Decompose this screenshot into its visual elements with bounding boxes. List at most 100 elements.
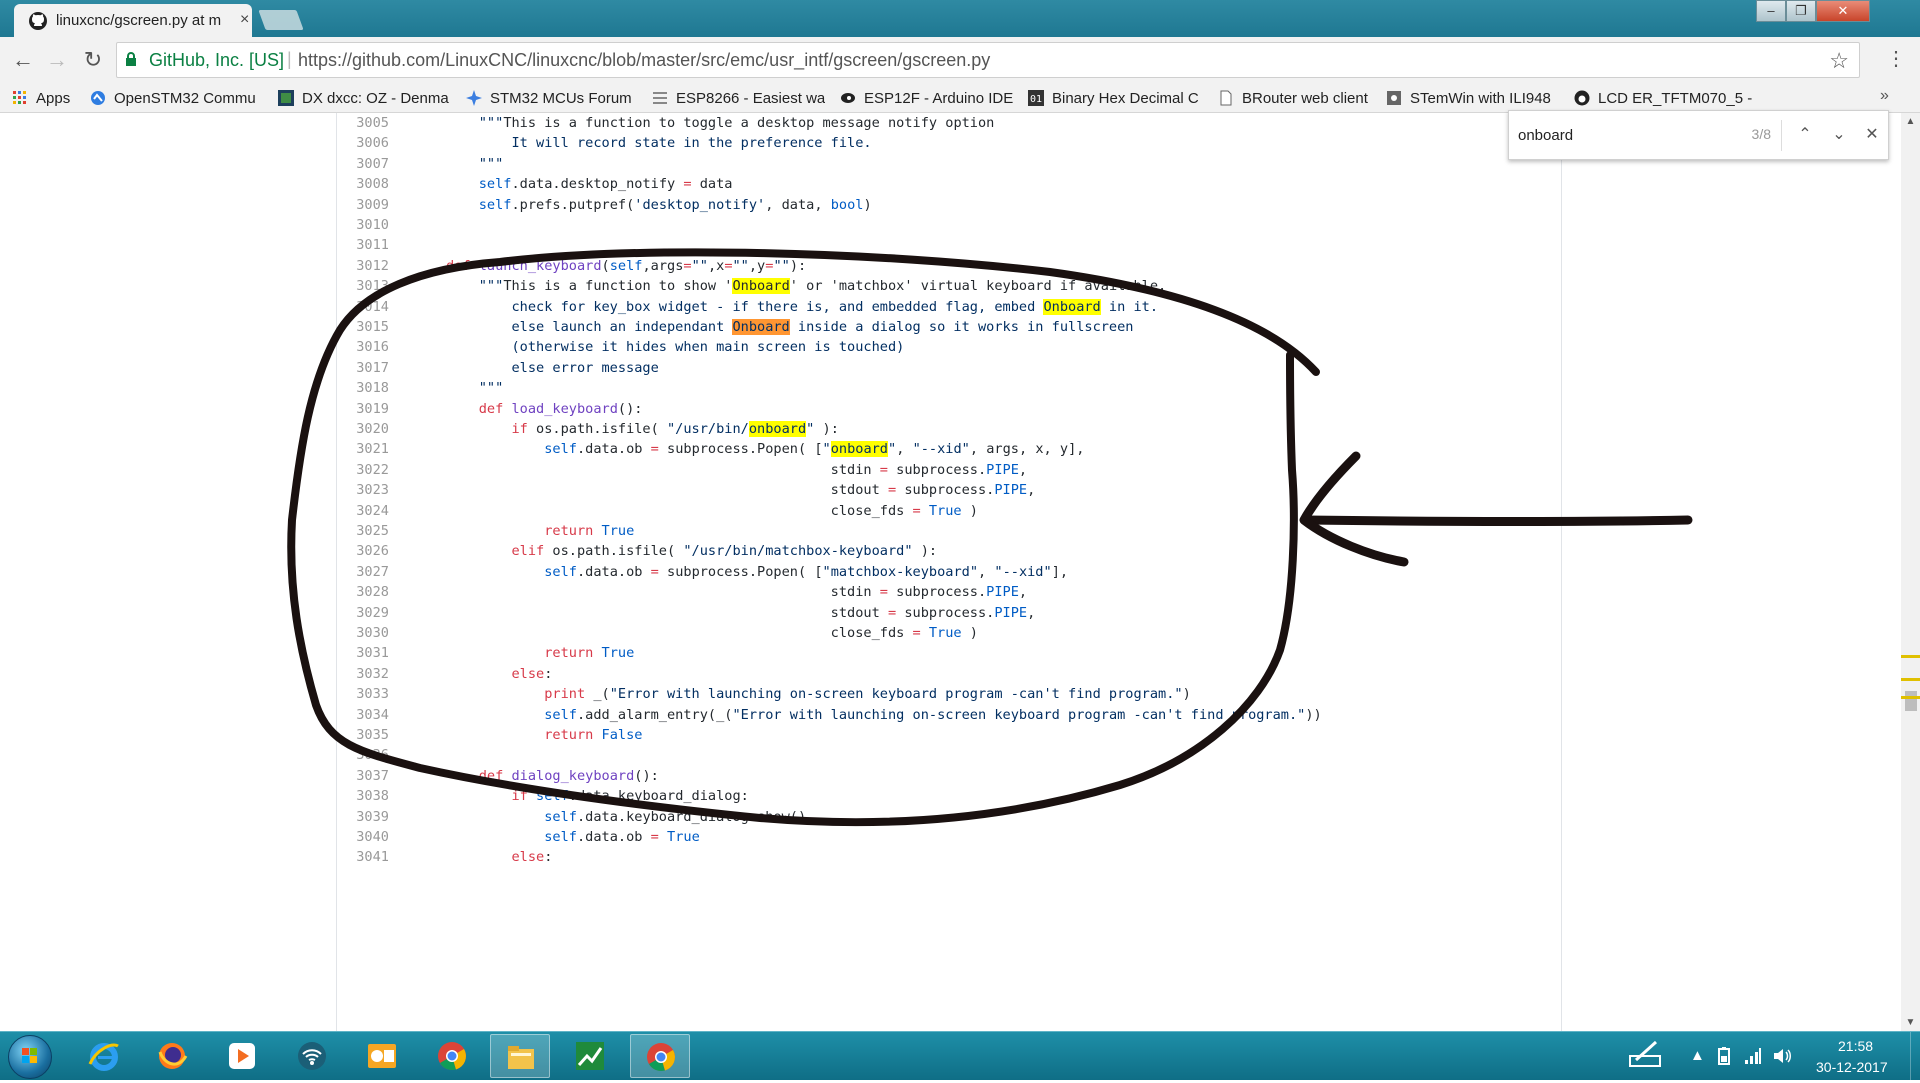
signal-strength-icon[interactable] <box>1744 1047 1762 1069</box>
taskbar-app-9[interactable] <box>630 1034 690 1078</box>
taskbar-app-6[interactable] <box>422 1034 482 1078</box>
taskbar-app-1[interactable] <box>74 1034 134 1078</box>
st-star-icon <box>466 90 482 106</box>
bookmark-label: Binary Hex Decimal C <box>1052 89 1199 107</box>
apps-grid-icon <box>12 90 28 106</box>
gear-page-icon <box>1386 90 1402 106</box>
find-close-icon[interactable]: ✕ <box>1859 122 1885 148</box>
bookmark-10[interactable]: LCD ER_TFTM070_5 - <box>1574 83 1774 113</box>
title-bar: linuxcnc/gscreen.py at m × – ❐ ✕ <box>0 0 1920 37</box>
address-bar[interactable]: GitHub, Inc. [US] | https://github.com/L… <box>116 42 1860 78</box>
browser-toolbar: ← → ↻ GitHub, Inc. [US] | https://github… <box>0 37 1920 83</box>
back-arrow-icon[interactable]: ← <box>10 47 36 73</box>
bookmark-6[interactable]: ESP12F - Arduino IDE <box>840 83 1016 113</box>
bookmark-4[interactable]: STM32 MCUs Forum <box>466 83 642 113</box>
bookmark-5[interactable]: ESP8266 - Easiest wa <box>652 83 828 113</box>
find-match-count: 3/8 <box>1751 126 1771 142</box>
page-icon <box>1218 90 1234 106</box>
scroll-down-arrow-icon[interactable]: ▼ <box>1901 1014 1920 1031</box>
bookmark-label: ESP8266 - Easiest wa <box>676 89 826 107</box>
dx-icon <box>278 90 294 106</box>
bookmark-8[interactable]: BRouter web client <box>1218 83 1378 113</box>
openstm32-icon <box>90 90 106 106</box>
find-input[interactable] <box>1518 123 1718 147</box>
taskbar-app-2[interactable] <box>142 1034 202 1078</box>
bookmark-label: LCD ER_TFTM070_5 - <box>1598 89 1753 107</box>
bookmarks-bar: Apps OpenSTM32 Commu DX dxcc: OZ - Denma ST… <box>0 83 1920 113</box>
tab-close-icon[interactable]: × <box>240 11 249 29</box>
chrome-menu-icon[interactable]: ⋮ <box>1886 46 1906 71</box>
scroll-up-arrow-icon[interactable]: ▲ <box>1901 113 1920 130</box>
new-tab-button[interactable] <box>258 10 304 30</box>
taskbar-app-5[interactable] <box>352 1034 412 1078</box>
bookmark-3[interactable]: DX dxcc: OZ - Denma <box>278 83 456 113</box>
bookmark-star-icon[interactable]: ☆ <box>1829 48 1849 74</box>
github-icon <box>29 12 47 30</box>
find-bar: 3/8 ⌃ ⌄ ✕ <box>1508 110 1889 160</box>
bookmark-label: BRouter web client <box>1242 89 1368 107</box>
page-content: 3005 """This is a function to toggle a d… <box>0 113 1920 1031</box>
browser-tab-active[interactable]: linuxcnc/gscreen.py at m × <box>14 4 252 37</box>
page-scrollbar[interactable]: ▲ ▼ <box>1901 113 1920 1031</box>
taskbar-app-8[interactable] <box>560 1034 620 1078</box>
media-player-icon <box>226 1040 258 1072</box>
address-separator: | <box>287 49 292 69</box>
bookmark-label: Apps <box>36 89 71 107</box>
file-explorer-icon <box>505 1041 537 1073</box>
chrome-icon <box>436 1040 468 1072</box>
find-next-icon[interactable]: ⌄ <box>1826 122 1852 148</box>
taskbar-app-7[interactable] <box>490 1034 550 1078</box>
ev-certificate-label[interactable]: GitHub, Inc. [US] <box>149 50 284 71</box>
volume-speaker-icon[interactable] <box>1772 1047 1792 1069</box>
internet-explorer-icon <box>88 1040 120 1072</box>
taskbar-app-4[interactable] <box>282 1034 342 1078</box>
bookmarks-overflow-icon[interactable]: » <box>1880 87 1889 105</box>
windows-logo-icon <box>22 1048 37 1063</box>
match-marker <box>1901 678 1920 681</box>
eye-icon <box>840 90 856 106</box>
outlook-icon <box>366 1040 398 1072</box>
wifi-manager-icon <box>296 1040 328 1072</box>
reload-icon[interactable]: ↻ <box>80 47 106 73</box>
bookmark-7[interactable]: 01 Binary Hex Decimal C <box>1028 83 1208 113</box>
line-number[interactable]: 3041 <box>337 845 389 870</box>
match-marker <box>1901 655 1920 658</box>
start-button[interactable] <box>8 1035 52 1079</box>
find-divider <box>1781 120 1782 151</box>
tab-title: linuxcnc/gscreen.py at m <box>56 12 222 29</box>
svg-text:01: 01 <box>1030 94 1042 105</box>
tray-expand-arrow-icon[interactable]: ▲ <box>1690 1047 1705 1064</box>
bookmark-label: STemWin with ILI948 <box>1410 89 1551 107</box>
action-center-pen-icon[interactable] <box>1628 1040 1664 1074</box>
taskbar-app-3[interactable] <box>212 1034 272 1078</box>
restore-button[interactable]: ❐ <box>1786 0 1816 22</box>
code-line: 3041 else: <box>337 845 1561 870</box>
windows-taskbar: ▲ 21:58 30-12-2017 <box>0 1031 1920 1081</box>
bookmark-label: STM32 MCUs Forum <box>490 89 632 107</box>
chrome-active-icon <box>645 1041 677 1073</box>
github-icon <box>1574 90 1590 106</box>
clock-time[interactable]: 21:58 <box>1838 1038 1873 1054</box>
bookmark-1[interactable]: Apps <box>12 83 86 113</box>
code-view: 3005 """This is a function to toggle a d… <box>336 113 1562 1031</box>
url-text[interactable]: https://github.com/LinuxCNC/linuxcnc/blo… <box>298 50 990 71</box>
minimize-button[interactable]: – <box>1756 0 1786 22</box>
match-marker <box>1901 696 1920 699</box>
bookmark-label: ESP12F - Arduino IDE <box>864 89 1014 107</box>
binary-icon: 01 <box>1028 90 1044 106</box>
find-previous-icon[interactable]: ⌃ <box>1792 122 1818 148</box>
bookmark-label: OpenSTM32 Commu <box>114 89 256 107</box>
code-text: else: <box>511 849 553 866</box>
bookmark-9[interactable]: STemWin with ILI948 <box>1386 83 1566 113</box>
firefox-icon <box>156 1040 188 1072</box>
window-close-button[interactable]: ✕ <box>1816 0 1870 22</box>
forward-arrow-icon[interactable]: → <box>44 47 70 73</box>
clock-date[interactable]: 30-12-2017 <box>1816 1059 1888 1075</box>
battery-icon[interactable] <box>1716 1047 1732 1069</box>
instructables-icon <box>652 90 668 106</box>
scroll-thumb[interactable] <box>1905 691 1917 711</box>
show-desktop-button[interactable] <box>1910 1032 1920 1081</box>
lock-icon <box>126 52 136 66</box>
bookmark-2[interactable]: OpenSTM32 Commu <box>90 83 262 113</box>
bookmark-label: DX dxcc: OZ - Denma <box>302 89 449 107</box>
